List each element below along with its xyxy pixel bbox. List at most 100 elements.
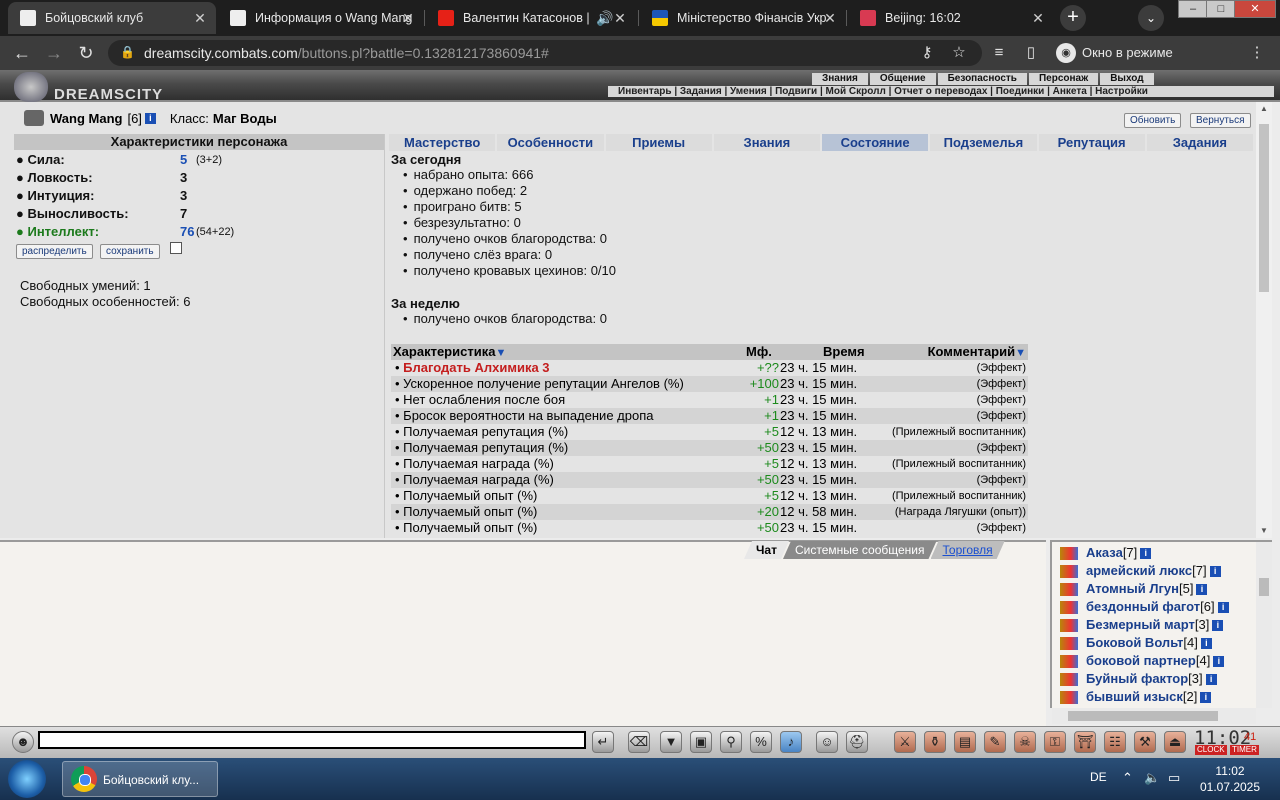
chat-tab-trade[interactable]: Торговля [931, 541, 1005, 559]
back-button[interactable]: Вернуться [1190, 113, 1251, 128]
close-window-button[interactable]: ✕ [1234, 0, 1276, 18]
speaker-icon[interactable]: 🔊 [596, 10, 613, 26]
users-hscrollbar[interactable] [1052, 708, 1256, 724]
user-list-item[interactable]: Безмерный март[3] i [1060, 616, 1224, 634]
info-icon[interactable]: i [1212, 620, 1224, 632]
exit-door-icon[interactable]: ⏏ [1164, 731, 1186, 753]
browser-tab-4[interactable]: Beijing: 16:02 ✕ [848, 2, 1054, 34]
user-name[interactable]: Буйный фактор [1086, 671, 1188, 686]
tab-state[interactable]: Состояние [822, 134, 929, 151]
user-name[interactable]: Боковой Вольт [1086, 635, 1183, 650]
tab-reputation[interactable]: Репутация [1038, 134, 1145, 151]
users-scrollbar[interactable] [1256, 542, 1272, 708]
close-icon[interactable]: ✕ [612, 10, 628, 26]
smiley-icon[interactable]: ☺ [816, 731, 838, 753]
menu-knowledge[interactable]: Знания [812, 73, 868, 85]
close-icon[interactable]: ✕ [822, 10, 838, 26]
bag-icon[interactable]: ⚱ [924, 731, 946, 753]
helmet-icon[interactable]: ⛑ [846, 731, 868, 753]
user-name[interactable]: армейский люкс [1086, 563, 1192, 578]
tab-techniques[interactable]: Приемы [605, 134, 712, 151]
save-disk-icon[interactable]: ▣ [690, 731, 712, 753]
tab-features[interactable]: Особенности [497, 134, 604, 151]
sword-icon[interactable]: ⚔ [894, 731, 916, 753]
chest-icon[interactable]: ▤ [954, 731, 976, 753]
site-logo[interactable]: DREAMSCITY [14, 72, 164, 103]
user-list-item[interactable]: Боковой Вольт[4] i [1060, 634, 1212, 652]
user-action-icon[interactable] [1060, 637, 1078, 651]
language-indicator[interactable]: DE [1090, 770, 1107, 784]
sub-menu[interactable]: Инвентарь | Задания | Умения | Подвиги |… [608, 86, 1274, 97]
user-list-item[interactable]: бывший изыск[2] i [1060, 688, 1212, 706]
page-scrollbar[interactable]: ▲ ▼ [1256, 102, 1272, 538]
smile-head-icon[interactable]: ☻ [12, 731, 34, 753]
key-icon[interactable]: ⚷ [916, 42, 938, 64]
user-action-icon[interactable] [1060, 547, 1078, 561]
info-icon[interactable]: i [1209, 566, 1221, 578]
col-comment[interactable]: Комментарий▼ [928, 344, 1026, 361]
user-name[interactable]: бездонный фагот [1086, 599, 1200, 614]
tab-search-chevron-icon[interactable]: ⌄ [1138, 5, 1164, 31]
scroll-icon[interactable]: ✎ [984, 731, 1006, 753]
user-action-icon[interactable] [1060, 691, 1078, 705]
network-icon[interactable]: ▭ [1168, 770, 1180, 786]
percent-icon[interactable]: % [750, 731, 772, 753]
user-action-icon[interactable] [1060, 583, 1078, 597]
user-action-icon[interactable] [1060, 601, 1078, 615]
user-name[interactable]: боковой партнер [1086, 653, 1196, 668]
reload-icon[interactable]: ↻ [74, 41, 98, 65]
media-queue-icon[interactable]: ≡ [988, 42, 1010, 64]
user-name[interactable]: Атомный Лгун [1086, 581, 1179, 596]
url-text[interactable]: dreamscity.combats.com/buttons.pl?battle… [144, 45, 549, 61]
system-clock[interactable]: 11:02 01.07.2025 [1198, 763, 1262, 795]
walk-icon[interactable]: ⚲ [720, 731, 742, 753]
browser-tab-3[interactable]: Міністерство Фінансів Укр ✕ [640, 2, 846, 34]
user-list-item[interactable]: Атомный Лгун[5] i [1060, 580, 1208, 598]
tab-mastery[interactable]: Мастерство [389, 134, 496, 151]
user-action-icon[interactable] [1060, 673, 1078, 687]
user-action-icon[interactable] [1060, 655, 1078, 669]
side-panel-icon[interactable]: ▯ [1020, 42, 1042, 64]
tray-chevron-icon[interactable]: ⌃ [1122, 770, 1133, 786]
chat-input[interactable] [38, 731, 586, 749]
user-list-item[interactable]: бездонный фагот[6] i [1060, 598, 1229, 616]
close-icon[interactable]: ✕ [192, 10, 208, 26]
info-icon[interactable]: i [1205, 674, 1217, 686]
scroll-down-icon[interactable]: ▼ [1256, 524, 1272, 538]
scrollbar-thumb[interactable] [1259, 124, 1269, 292]
menu-security[interactable]: Безопасность [937, 73, 1027, 85]
close-icon[interactable]: ✕ [1030, 10, 1046, 26]
maximize-window-button[interactable]: □ [1206, 0, 1236, 18]
user-list-item[interactable]: боковой партнер[4] i [1060, 652, 1225, 670]
save-stats-button[interactable]: сохранить [100, 244, 160, 259]
address-bar[interactable]: 🔒 dreamscity.combats.com/buttons.pl?batt… [108, 40, 982, 66]
menu-exit[interactable]: Выход [1100, 73, 1154, 85]
user-action-icon[interactable] [1060, 565, 1078, 579]
timer-label[interactable]: TIMER [1230, 745, 1259, 755]
info-icon[interactable]: i [1196, 584, 1208, 596]
tab-knowledge[interactable]: Знания [713, 134, 820, 151]
user-list-item[interactable]: Буйный фактор[3] i [1060, 670, 1217, 688]
hammer-icon[interactable]: ⚒ [1134, 731, 1156, 753]
chat-tab-system[interactable]: Системные сообщения [783, 541, 937, 559]
people-icon[interactable]: ☷ [1104, 731, 1126, 753]
windows-start-icon[interactable] [8, 760, 46, 798]
lock-icon[interactable]: ⚿ [1044, 731, 1066, 753]
close-icon[interactable]: ✕ [400, 10, 416, 26]
menu-character[interactable]: Персонаж [1028, 73, 1099, 85]
tab-dungeons[interactable]: Подземелья [930, 134, 1037, 151]
send-enter-icon[interactable]: ↵ [592, 731, 614, 753]
user-list-item[interactable]: Аказа[7] i [1060, 544, 1152, 562]
new-tab-button[interactable]: + [1060, 5, 1086, 31]
site-info-icon[interactable]: 🔒 [120, 45, 135, 59]
refresh-button[interactable]: Обновить [1124, 113, 1182, 128]
info-icon[interactable]: i [1200, 692, 1212, 704]
browser-tab-1[interactable]: Информация о Wang Mang ✕ [218, 2, 424, 34]
minimize-window-button[interactable]: – [1178, 0, 1208, 18]
gate-icon[interactable]: ⛩ [1074, 731, 1096, 753]
chat-area[interactable] [0, 540, 1046, 726]
menu-communication[interactable]: Общение [869, 73, 936, 85]
forward-arrow-icon[interactable]: → [42, 41, 66, 65]
browser-tab-0[interactable]: Бойцовский клуб ✕ [8, 2, 216, 34]
user-action-icon[interactable] [1060, 619, 1078, 633]
